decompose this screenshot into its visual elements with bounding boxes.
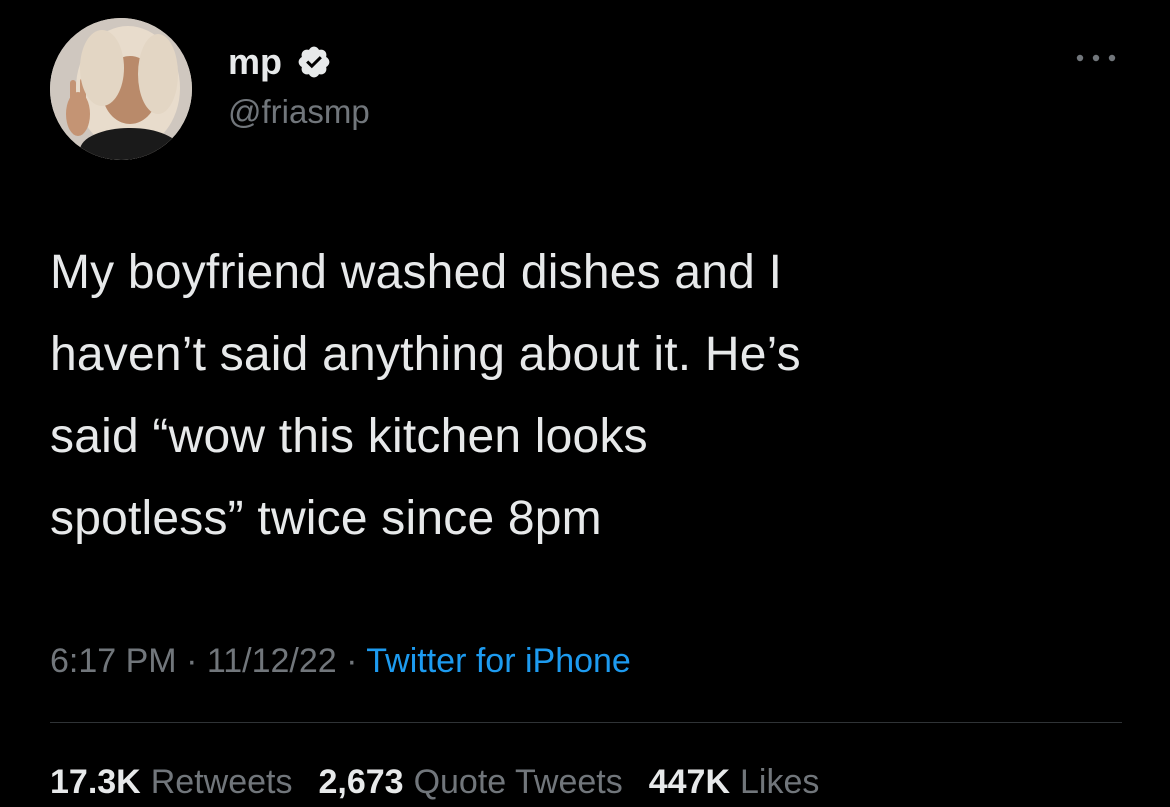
- ellipsis-icon: [1076, 54, 1116, 62]
- author-handle[interactable]: @friasmp: [228, 90, 370, 134]
- tweet-text-line: haven’t said anything about it. He’s: [50, 328, 801, 381]
- meta-separator: ·: [336, 642, 367, 680]
- tweet-date[interactable]: 11/12/22: [207, 642, 337, 680]
- quote-tweets-label: Quote Tweets: [413, 763, 623, 801]
- likes-label: Likes: [740, 763, 820, 801]
- tweet-text: My boyfriend washed dishes and I haven’t …: [50, 232, 1120, 560]
- likes-count: 447K: [648, 763, 731, 801]
- engagement-stats: 17.3K Retweets 2,673 Quote Tweets 447K Like…: [50, 757, 845, 807]
- author-name-row: mp: [228, 40, 332, 84]
- retweets-count: 17.3K: [50, 763, 141, 801]
- profile-photo-icon: [50, 18, 192, 160]
- tweet-text-line: said “wow this kitchen looks: [50, 410, 648, 463]
- meta-separator: ·: [176, 642, 207, 680]
- tweet-card: mp @friasmp My boyfriend washed dishes a…: [0, 0, 1170, 806]
- quote-tweets-stat[interactable]: 2,673 Quote Tweets: [318, 757, 622, 807]
- tweet-text-line: spotless” twice since 8pm: [50, 492, 602, 545]
- tweet-time[interactable]: 6:17 PM: [50, 642, 177, 680]
- tweet-source-link[interactable]: Twitter for iPhone: [366, 642, 631, 680]
- retweets-label: Retweets: [150, 763, 293, 801]
- retweets-stat[interactable]: 17.3K Retweets: [50, 757, 292, 807]
- more-options-button[interactable]: [1070, 38, 1122, 78]
- verified-badge-icon: [296, 44, 332, 80]
- author-avatar[interactable]: [50, 18, 192, 160]
- tweet-metadata: 6:17 PM · 11/12/22 · Twitter for iPhone: [50, 636, 631, 686]
- divider: [50, 722, 1122, 723]
- tweet-text-line: My boyfriend washed dishes and I: [50, 246, 783, 299]
- author-display-name[interactable]: mp: [228, 40, 282, 84]
- quote-tweets-count: 2,673: [318, 763, 404, 801]
- likes-stat[interactable]: 447K Likes: [649, 757, 820, 807]
